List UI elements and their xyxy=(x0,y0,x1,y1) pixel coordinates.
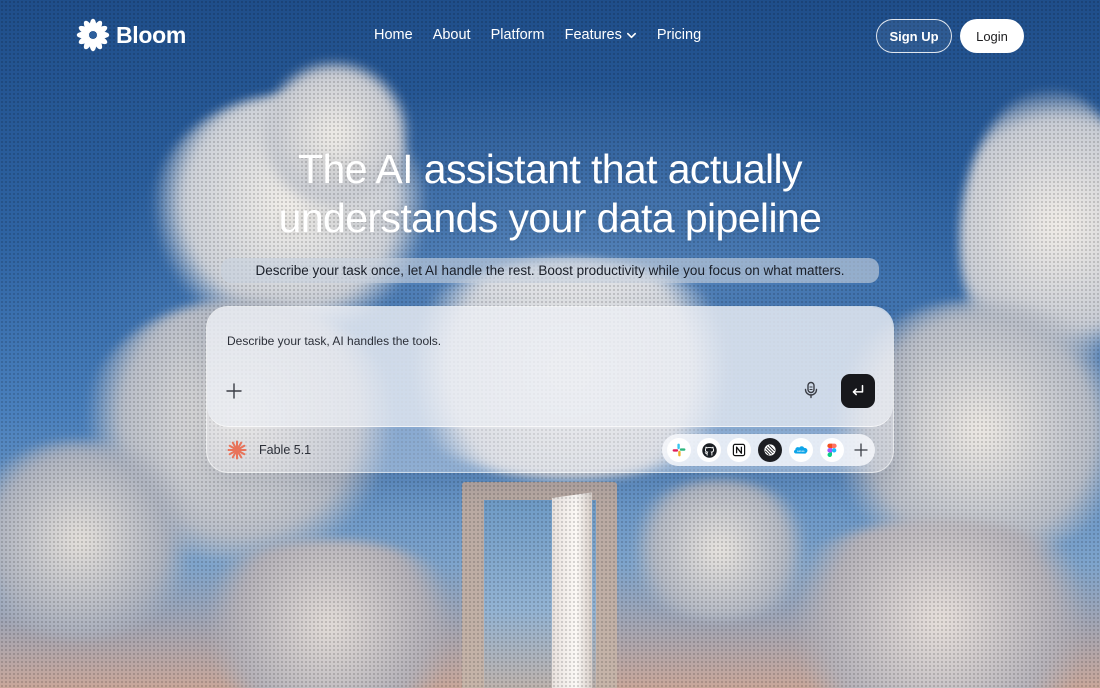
nav-platform[interactable]: Platform xyxy=(491,27,545,43)
figma-icon[interactable] xyxy=(820,438,844,462)
chevron-down-icon xyxy=(626,32,636,38)
linear-icon[interactable] xyxy=(758,438,782,462)
hero-headline: The AI assistant that actually understan… xyxy=(150,145,950,243)
nav-features[interactable]: Features xyxy=(565,27,637,43)
nav-home[interactable]: Home xyxy=(374,27,413,43)
integrations-bar: sales xyxy=(662,434,875,466)
nav-about[interactable]: About xyxy=(433,27,471,43)
enter-icon xyxy=(852,384,864,396)
salesforce-icon[interactable]: sales xyxy=(789,438,813,462)
sign-up-button[interactable]: Sign Up xyxy=(876,19,952,53)
notion-icon[interactable] xyxy=(727,438,751,462)
svg-text:sales: sales xyxy=(797,449,805,453)
model-selector[interactable]: Fable 5.1 xyxy=(259,443,311,457)
nav-features-label: Features xyxy=(564,27,622,43)
add-integration-icon[interactable] xyxy=(854,443,868,457)
github-icon[interactable] xyxy=(697,438,721,462)
brand-name: Bloom xyxy=(116,21,187,48)
hero-headline-line-1: The AI assistant that actually xyxy=(298,146,802,192)
add-attachment-icon[interactable] xyxy=(225,382,243,400)
nav-pricing[interactable]: Pricing xyxy=(657,27,701,43)
send-button[interactable] xyxy=(841,374,875,408)
login-button[interactable]: Login xyxy=(960,19,1024,53)
flower-icon xyxy=(76,18,110,52)
hero-headline-line-2: understands your data pipeline xyxy=(278,195,822,241)
main-menu: Home About Platform Features Pricing xyxy=(374,27,701,43)
prompt-card: Describe your task, AI handles the tools… xyxy=(206,306,894,473)
top-nav: Bloom Home About Platform Features Prici… xyxy=(0,0,1100,72)
prompt-input[interactable]: Describe your task, AI handles the tools… xyxy=(227,334,441,348)
microphone-icon[interactable] xyxy=(801,380,821,400)
hero-subheadline: Describe your task once, let AI handle t… xyxy=(221,258,879,283)
prompt-input-area[interactable]: Describe your task, AI handles the tools… xyxy=(207,307,893,427)
slack-icon[interactable] xyxy=(667,438,691,462)
model-asterisk-icon xyxy=(227,440,247,460)
brand-logo[interactable]: Bloom xyxy=(76,18,186,52)
